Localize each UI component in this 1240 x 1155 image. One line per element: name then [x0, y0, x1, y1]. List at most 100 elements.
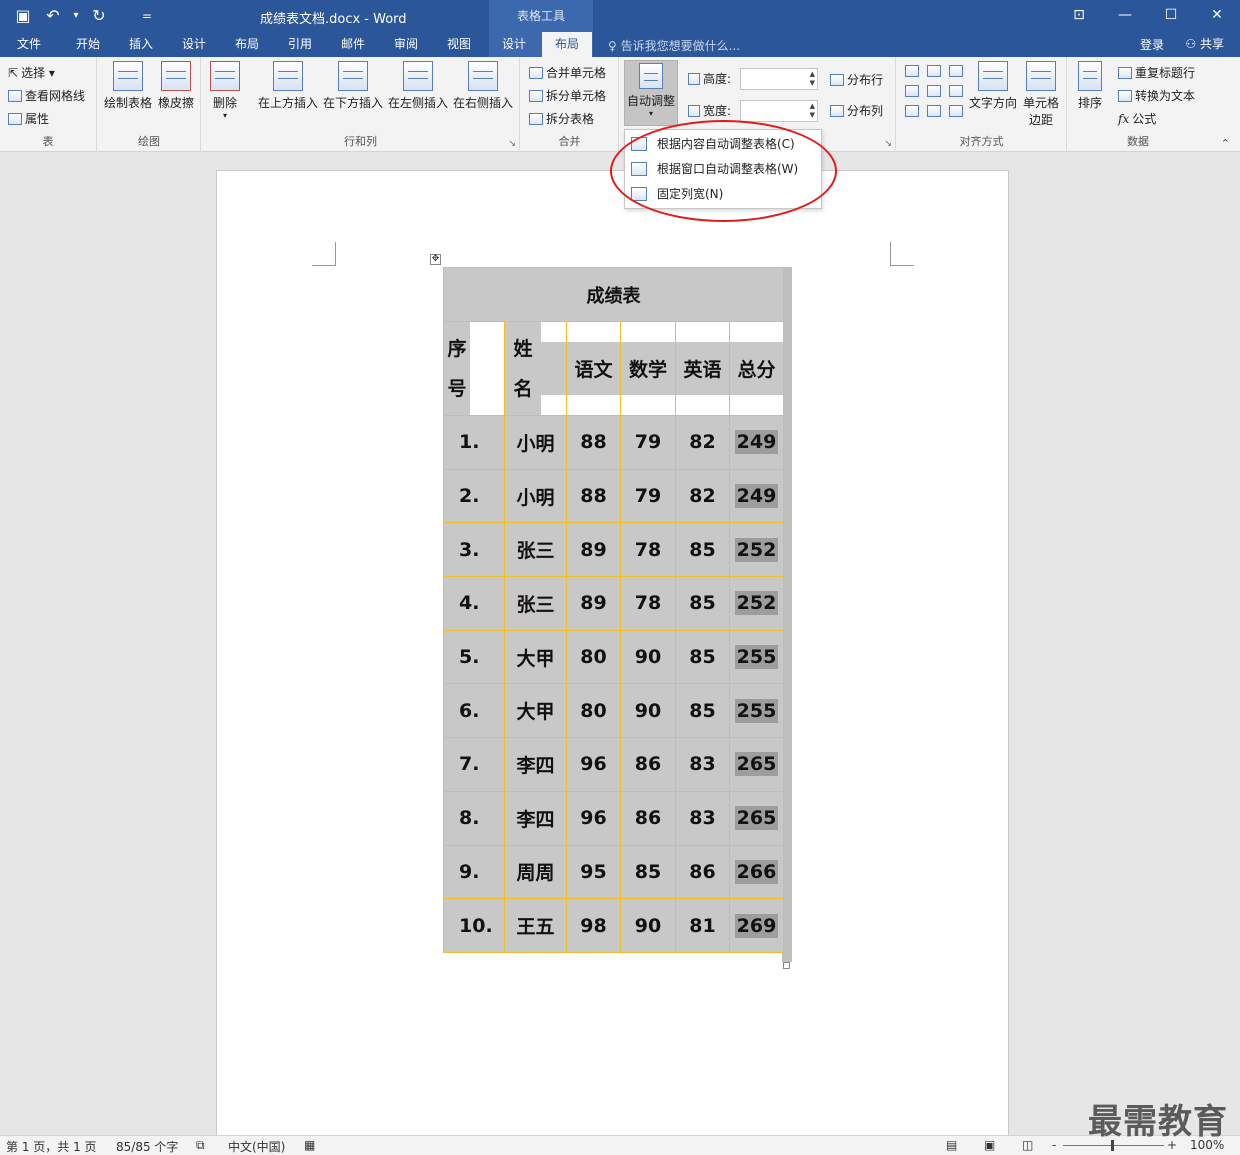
align-middle-center-icon[interactable]	[927, 85, 941, 97]
align-top-center-icon[interactable]	[927, 65, 941, 77]
cell-english[interactable]: 83	[675, 790, 730, 846]
cell-no[interactable]: 6.	[443, 683, 505, 739]
eraser-button[interactable]: 橡皮擦	[158, 61, 194, 111]
tab-layout[interactable]: 布局	[221, 32, 273, 57]
cell-english[interactable]: 83	[675, 737, 730, 792]
close-icon[interactable]: ✕	[1194, 0, 1240, 32]
cell-english[interactable]: 82	[675, 415, 730, 470]
autofit-button[interactable]: 自动调整 ▾	[624, 60, 678, 126]
language[interactable]: 中文(中国)	[228, 1138, 285, 1155]
customize-qat-icon[interactable]: =	[134, 4, 160, 28]
cell-chinese[interactable]: 80	[566, 683, 621, 739]
cell-chinese[interactable]: 96	[566, 790, 621, 846]
menu-item-autofit-contents[interactable]: 根据内容自动调整表格(C)	[625, 132, 821, 157]
cell-english[interactable]: 85	[675, 522, 730, 578]
select-button[interactable]: ⇱ 选择 ▾	[8, 64, 55, 81]
cell-english[interactable]: 85	[675, 629, 730, 685]
align-bottom-center-icon[interactable]	[927, 105, 941, 117]
header-index-cell[interactable]: 序号	[443, 321, 505, 416]
sort-button[interactable]: 排序	[1078, 61, 1102, 111]
word-count[interactable]: 85/85 个字	[116, 1138, 178, 1155]
cell-total[interactable]: 255	[729, 629, 784, 685]
cell-math[interactable]: 78	[620, 522, 676, 578]
cell-no[interactable]: 8.	[443, 790, 505, 846]
delete-button[interactable]: 删除 ▾	[210, 61, 240, 120]
minimize-icon[interactable]: —	[1102, 0, 1148, 32]
table-row[interactable]: 6. 大甲 80 90 85 255	[443, 683, 784, 739]
cell-chinese[interactable]: 88	[566, 415, 621, 470]
align-top-right-icon[interactable]	[949, 65, 963, 77]
table-row[interactable]: 10. 王五 98 90 81 269	[443, 898, 784, 953]
cell-name[interactable]: 李四	[504, 790, 567, 846]
cell-name[interactable]: 小明	[504, 468, 567, 524]
dialog-launcher-icon[interactable]: ↘	[508, 139, 516, 149]
tab-view[interactable]: 视图	[433, 32, 485, 57]
login-link[interactable]: 登录	[1140, 36, 1164, 53]
share-button[interactable]: ⚇ 共享	[1185, 35, 1224, 52]
cell-total[interactable]: 252	[729, 522, 784, 578]
tab-table-layout[interactable]: 布局	[542, 32, 592, 57]
menu-item-autofit-window[interactable]: 根据窗口自动调整表格(W)	[625, 157, 821, 182]
merge-cells-button[interactable]: 合并单元格	[529, 64, 606, 81]
cell-chinese[interactable]: 95	[566, 844, 621, 900]
align-middle-right-icon[interactable]	[949, 85, 963, 97]
cell-name[interactable]: 王五	[504, 898, 567, 953]
repeat-header-rows-button[interactable]: 重复标题行	[1118, 64, 1195, 81]
cell-name[interactable]: 大甲	[504, 629, 567, 685]
distribute-rows-button[interactable]: 分布行	[830, 71, 883, 88]
cell-math[interactable]: 90	[620, 629, 676, 685]
width-spinner-icon[interactable]: ▲ ▼	[810, 102, 815, 120]
header-name-cell[interactable]: 姓名	[504, 321, 567, 416]
cell-english[interactable]: 86	[675, 844, 730, 900]
convert-to-text-button[interactable]: 转换为文本	[1118, 87, 1195, 104]
align-middle-left-icon[interactable]	[905, 85, 919, 97]
cell-math[interactable]: 85	[620, 844, 676, 900]
tab-table-design[interactable]: 设计	[489, 32, 539, 57]
table-row[interactable]: 5. 大甲 80 90 85 255	[443, 629, 784, 685]
draw-table-button[interactable]: 绘制表格	[104, 61, 152, 111]
cell-name[interactable]: 小明	[504, 415, 567, 470]
table-row[interactable]: 9. 周周 95 85 86 266	[443, 844, 784, 900]
height-input[interactable]: ▲ ▼	[740, 68, 818, 90]
table-row[interactable]: 2. 小明 88 79 82 249	[443, 468, 784, 524]
undo-icon[interactable]: ↶	[40, 4, 66, 28]
cell-total[interactable]: 255	[729, 683, 784, 739]
header-math-cell[interactable]: 数学	[620, 321, 676, 416]
cell-math[interactable]: 79	[620, 415, 676, 470]
zoom-out-button[interactable]: -	[1052, 1138, 1056, 1152]
cell-name[interactable]: 大甲	[504, 683, 567, 739]
align-bottom-right-icon[interactable]	[949, 105, 963, 117]
collapse-ribbon-icon[interactable]: ⌃	[1221, 137, 1230, 150]
page-count[interactable]: 第 1 页，共 1 页	[6, 1138, 97, 1155]
insert-right-button[interactable]: 在右侧插入	[453, 61, 513, 111]
height-spinner-icon[interactable]: ▲ ▼	[810, 70, 815, 88]
tab-review[interactable]: 审阅	[380, 32, 432, 57]
align-top-left-icon[interactable]	[905, 65, 919, 77]
cell-name[interactable]: 张三	[504, 576, 567, 631]
cell-math[interactable]: 90	[620, 683, 676, 739]
cell-name[interactable]: 张三	[504, 522, 567, 578]
cell-total[interactable]: 269	[729, 898, 784, 953]
width-input[interactable]: ▲ ▼	[740, 100, 818, 122]
insert-above-button[interactable]: 在上方插入	[258, 61, 318, 111]
table-title-cell[interactable]: 成绩表	[443, 267, 784, 322]
cell-math[interactable]: 86	[620, 737, 676, 792]
cell-chinese[interactable]: 96	[566, 737, 621, 792]
table-row[interactable]: 1. 小明 88 79 82 249	[443, 415, 784, 470]
insert-left-button[interactable]: 在左侧插入	[388, 61, 448, 111]
tell-me-search[interactable]: ♀ 告诉我您想要做什么...	[608, 37, 740, 54]
align-bottom-left-icon[interactable]	[905, 105, 919, 117]
tab-home[interactable]: 开始	[62, 32, 114, 57]
header-chinese-cell[interactable]: 语文	[566, 321, 621, 416]
cell-english[interactable]: 81	[675, 898, 730, 953]
header-english-cell[interactable]: 英语	[675, 321, 730, 416]
table-resize-handle[interactable]	[783, 962, 790, 969]
table-row[interactable]: 3. 张三 89 78 85 252	[443, 522, 784, 578]
text-direction-button[interactable]: 文字方向	[969, 61, 1017, 111]
cell-math[interactable]: 78	[620, 576, 676, 631]
cell-name[interactable]: 李四	[504, 737, 567, 792]
cell-total[interactable]: 249	[729, 468, 784, 524]
cell-total[interactable]: 265	[729, 790, 784, 846]
insert-below-button[interactable]: 在下方插入	[323, 61, 383, 111]
cell-chinese[interactable]: 88	[566, 468, 621, 524]
